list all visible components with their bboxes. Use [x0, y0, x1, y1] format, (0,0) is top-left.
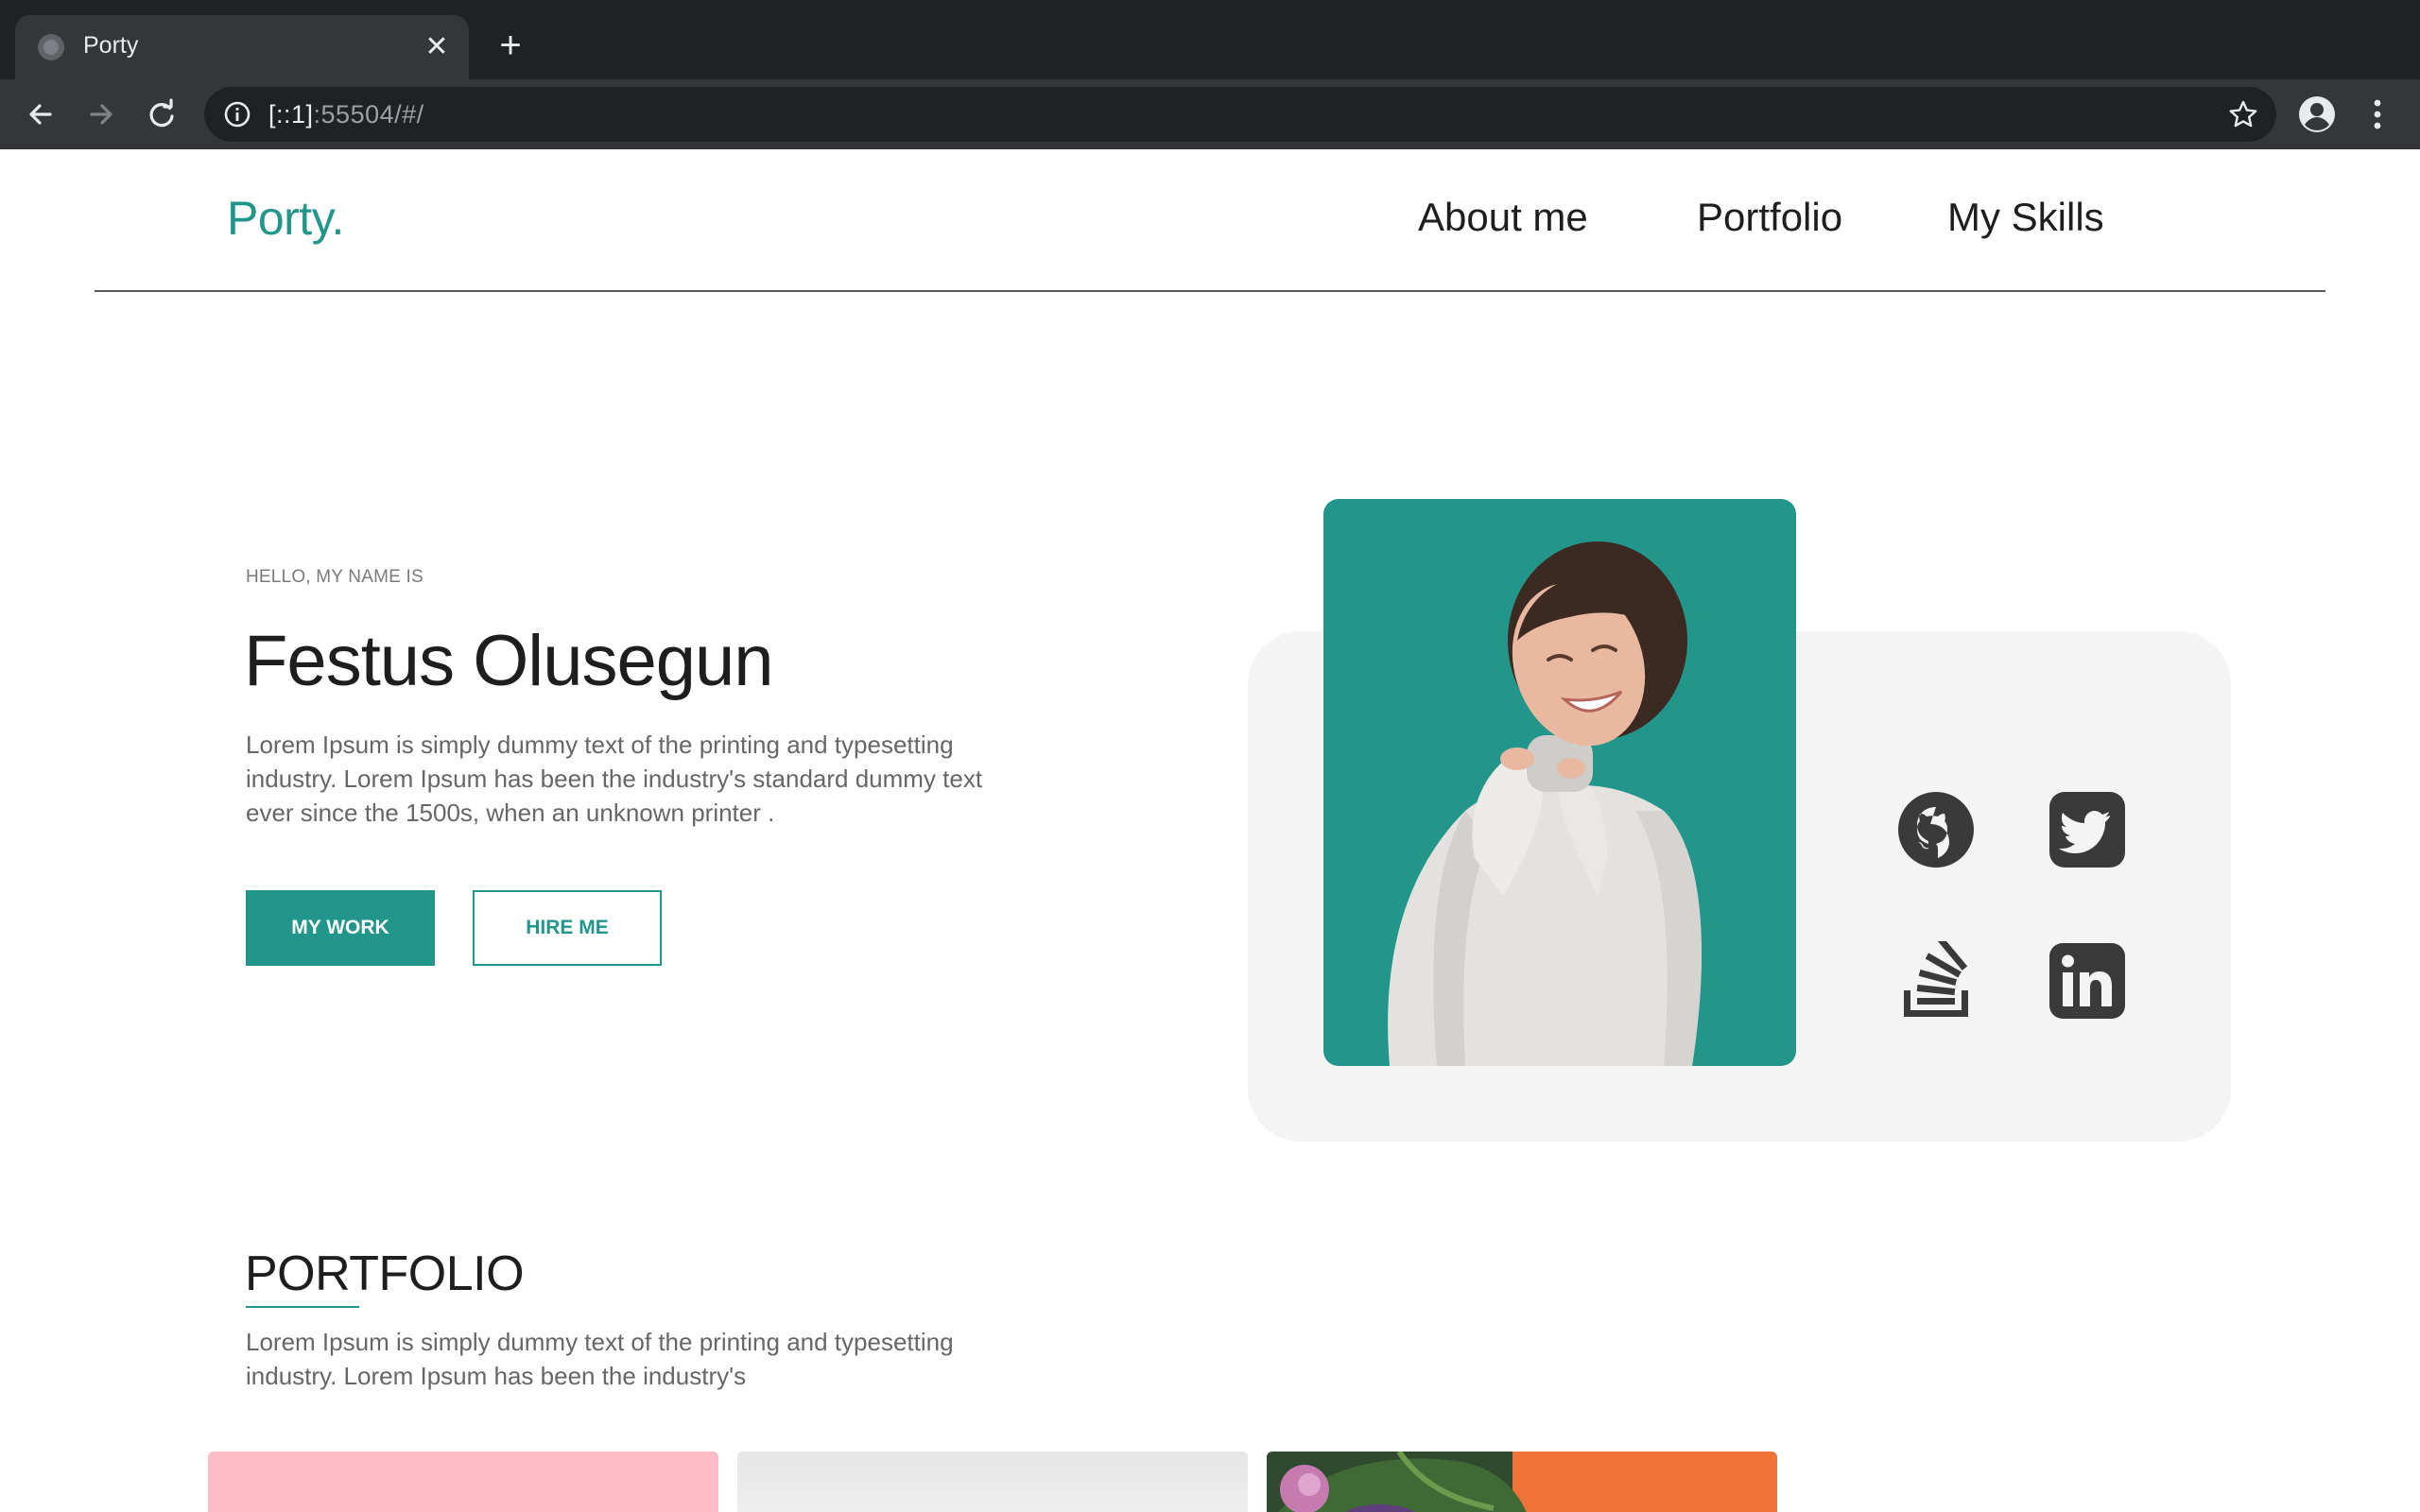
url-text[interactable]: [::1]:55504/#/: [268, 100, 424, 129]
hire-me-button[interactable]: HIRE ME: [473, 890, 662, 966]
nav-link-about-me[interactable]: About me: [1418, 195, 1588, 240]
globe-icon: [38, 34, 64, 60]
profile-avatar-icon[interactable]: [2295, 93, 2339, 136]
portfolio-card[interactable]: [1267, 1452, 1777, 1512]
linkedin-icon[interactable]: [2048, 941, 2127, 1021]
header-divider: [95, 290, 2325, 292]
address-bar[interactable]: [::1]:55504/#/: [204, 87, 2276, 142]
new-tab-icon[interactable]: +: [490, 25, 531, 66]
portfolio-description: Lorem Ipsum is simply dummy text of the …: [246, 1328, 954, 1390]
browser-tabstrip: Porty ✕ +: [0, 0, 2420, 79]
close-tab-icon[interactable]: ✕: [418, 28, 456, 66]
github-icon[interactable]: [1896, 790, 1976, 869]
twitter-icon[interactable]: [2048, 790, 2127, 869]
back-arrow-icon[interactable]: [19, 93, 62, 136]
reload-icon[interactable]: [140, 93, 183, 136]
bookmark-star-icon[interactable]: [2227, 98, 2259, 130]
stackoverflow-icon[interactable]: [1896, 936, 1976, 1021]
page-content: Porty. About me Portfolio My Skills HELL…: [0, 149, 2420, 1512]
forward-arrow-icon[interactable]: [79, 93, 123, 136]
browser-toolbar: [::1]:55504/#/: [0, 79, 2420, 149]
site-logo[interactable]: Porty.: [227, 191, 344, 246]
site-info-icon[interactable]: [223, 100, 251, 129]
hero-name: Festus Olusegun: [244, 621, 774, 701]
browser-menu-icon[interactable]: [2356, 93, 2399, 136]
nav-link-my-skills[interactable]: My Skills: [1947, 195, 2104, 240]
hero-description: Lorem Ipsum is simply dummy text of the …: [246, 730, 983, 827]
portfolio-card[interactable]: [737, 1452, 1248, 1512]
nav-link-portfolio[interactable]: Portfolio: [1697, 195, 1842, 240]
hero-eyebrow: HELLO, MY NAME IS: [246, 567, 424, 587]
portfolio-heading: PORTFOLIO: [245, 1246, 525, 1301]
browser-tab[interactable]: Porty ✕: [15, 15, 469, 79]
portfolio-heading-underline: [246, 1306, 359, 1308]
profile-photo: [1323, 499, 1796, 1066]
portfolio-card[interactable]: [208, 1452, 718, 1512]
tab-title: Porty: [83, 32, 139, 59]
my-work-button[interactable]: MY WORK: [246, 890, 435, 966]
